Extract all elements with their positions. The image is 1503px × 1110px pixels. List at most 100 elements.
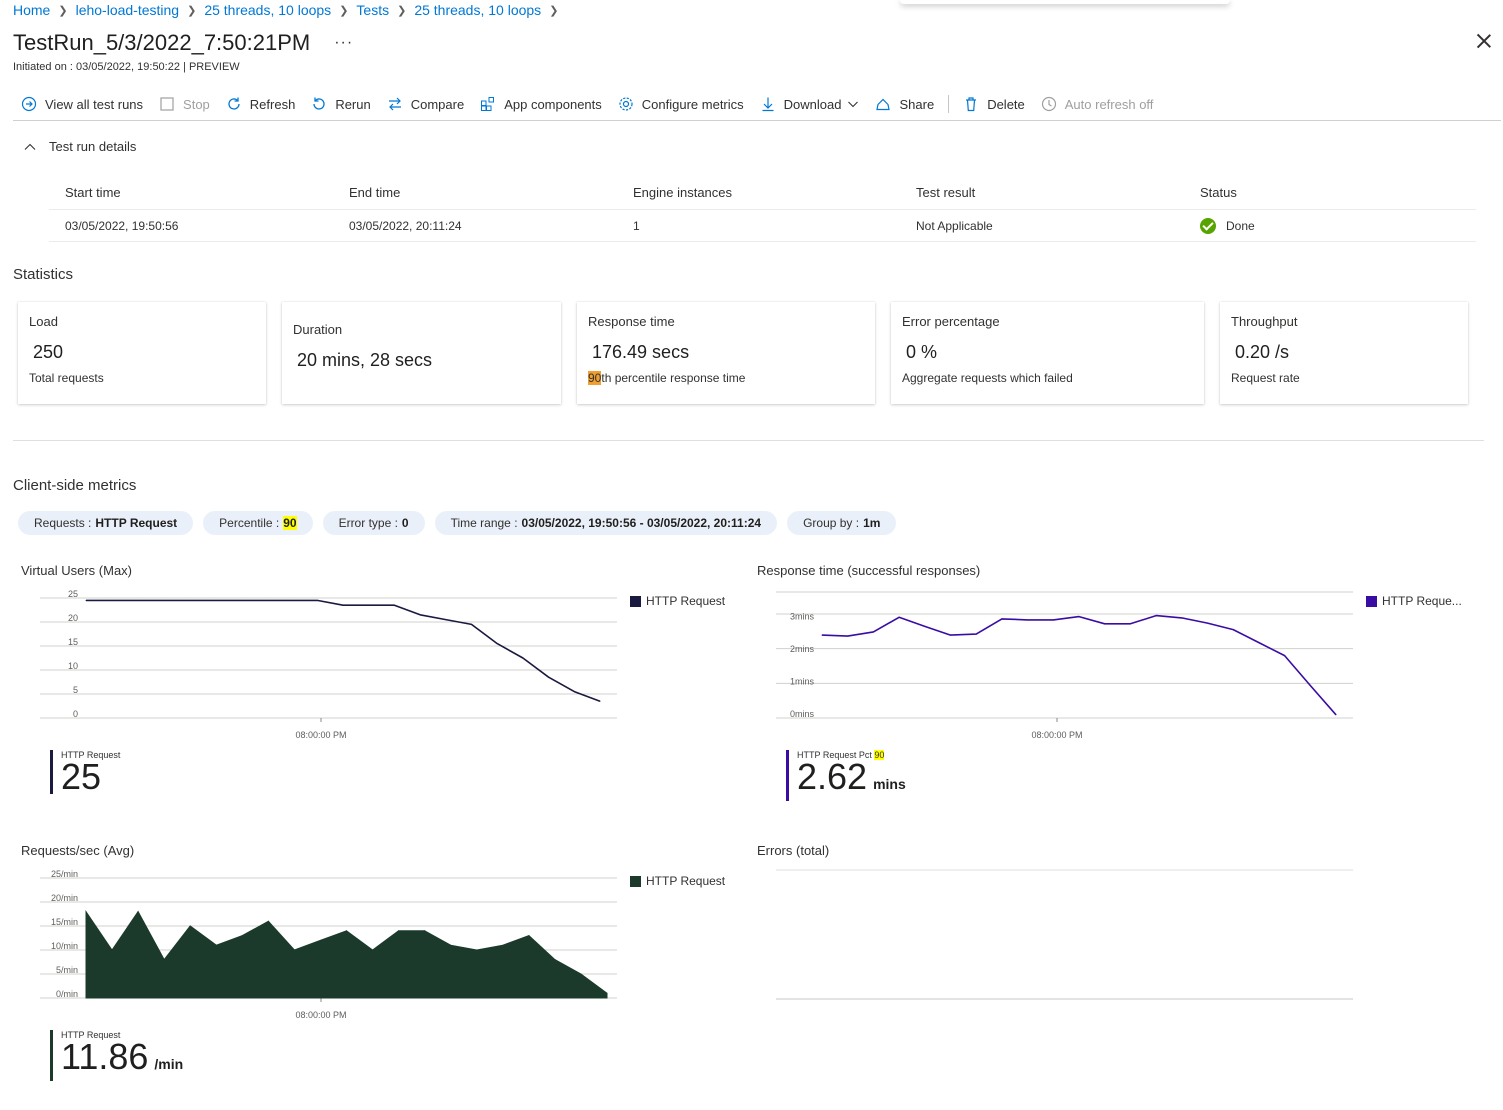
data-point <box>393 604 395 606</box>
y-tick-label: 5/min <box>56 965 78 975</box>
breadcrumb-home[interactable]: Home <box>13 2 50 18</box>
page-subtitle: Initiated on : 03/05/2022, 19:50:22 | PR… <box>13 61 240 73</box>
data-point <box>1078 616 1080 618</box>
y-tick-label: 3mins <box>790 612 815 622</box>
share-label: Share <box>899 96 935 112</box>
percentile-filter-pill[interactable]: Percentile :90 <box>203 511 313 535</box>
data-point <box>241 935 243 937</box>
data-point <box>137 911 139 913</box>
rerun-button[interactable]: Rerun <box>303 89 378 119</box>
x-tick-label: 08:00:00 PM <box>1031 730 1082 740</box>
breadcrumb-resource[interactable]: leho-load-testing <box>76 2 180 18</box>
breadcrumb-test[interactable]: 25 threads, 10 loops <box>204 2 331 18</box>
data-point <box>445 619 447 621</box>
pill-key: Time range : <box>450 516 518 530</box>
virtual-users-chart: 25 20 15 10 5 0 08:00:00 PM <box>40 589 617 740</box>
chevron-up-icon <box>24 143 36 150</box>
y-tick-label: 10/min <box>51 941 78 951</box>
toolbar-divider <box>948 95 950 113</box>
data-point <box>1207 622 1208 624</box>
table-header: Start time End time Engine instances Tes… <box>49 176 1476 209</box>
data-point <box>606 992 608 994</box>
data-point <box>522 657 524 659</box>
requests-filter-pill[interactable]: Requests : HTTP Request <box>18 511 194 535</box>
data-point <box>342 604 344 606</box>
more-options-button[interactable]: ··· <box>334 34 353 52</box>
client-metrics-heading: Client-side metrics <box>13 477 137 494</box>
app-components-label: App components <box>504 96 602 112</box>
legend-swatch <box>630 875 641 887</box>
requests-per-sec-chart: 25/min 20/min 15/min 10/min 5/min 0/min 08:00:… <box>40 869 617 1020</box>
chevron-down-icon <box>848 101 859 108</box>
breadcrumb-test-2[interactable]: 25 threads, 10 loops <box>414 2 541 18</box>
summary-value: 11.86 <box>61 1036 149 1077</box>
test-run-details-toggle[interactable]: Test run details <box>23 139 136 154</box>
data-point <box>599 700 601 702</box>
data-point <box>346 930 347 932</box>
stop-icon <box>160 97 174 111</box>
data-point <box>1052 619 1054 621</box>
y-tick-label: 25/min <box>51 869 78 879</box>
column-status: Status <box>1200 185 1237 200</box>
share-button[interactable]: Share <box>867 89 942 119</box>
refresh-button[interactable]: Refresh <box>218 89 304 119</box>
stop-button[interactable]: Stop <box>151 89 218 119</box>
status-cell: Done <box>1184 217 1464 234</box>
data-point <box>319 939 321 941</box>
test-run-details-label: Test run details <box>49 139 137 154</box>
data-point <box>214 599 215 601</box>
data-point <box>1104 623 1106 625</box>
chevron-right-icon: ❯ <box>339 4 349 17</box>
download-button[interactable]: Download <box>752 89 868 119</box>
download-label: Download <box>783 96 842 112</box>
group-by-filter-pill[interactable]: Group by :1m <box>787 511 897 535</box>
pill-key: Percentile : <box>219 516 280 530</box>
data-point <box>291 599 293 601</box>
error-type-filter-pill[interactable]: Error type :0 <box>322 511 425 535</box>
y-tick-label: 0 <box>73 709 78 719</box>
data-point <box>162 599 164 601</box>
response-time-legend[interactable]: HTTP Reque... <box>1366 594 1462 608</box>
card-label: Response time <box>588 314 675 329</box>
chevron-right-icon: ❯ <box>187 4 197 17</box>
data-point <box>554 959 556 961</box>
data-point <box>1129 623 1131 625</box>
popup-edge <box>900 0 1230 4</box>
command-bar: View all test runs Stop Refresh Rerun Co… <box>13 88 1501 121</box>
view-all-test-runs-button[interactable]: View all test runs <box>13 89 151 119</box>
view-all-label: View all test runs <box>45 96 144 112</box>
breadcrumb-tests[interactable]: Tests <box>356 2 389 18</box>
data-point <box>215 944 217 946</box>
requests-per-sec-legend[interactable]: HTTP Request <box>630 874 725 888</box>
compare-button[interactable]: Compare <box>379 89 472 119</box>
card-label: Load <box>29 314 58 329</box>
card-value: 0.20 /s <box>1235 342 1290 362</box>
configure-metrics-button[interactable]: Configure metrics <box>610 89 752 119</box>
filter-pills: Requests : HTTP Request Percentile :90 Er… <box>18 511 906 535</box>
time-range-filter-pill[interactable]: Time range :03/05/2022, 19:50:56 - 03/05… <box>434 511 778 535</box>
y-tick-label: 0/min <box>56 989 78 999</box>
data-point <box>372 949 374 951</box>
data-point <box>502 944 504 946</box>
summary-value-row: 11.86/min <box>61 1039 183 1081</box>
auto-refresh-button[interactable]: Auto refresh off <box>1033 89 1162 119</box>
data-point <box>1232 629 1234 631</box>
data-point <box>528 935 530 937</box>
table-row: 03/05/2022, 19:50:56 03/05/2022, 20:11:2… <box>49 209 1476 242</box>
column-test-result: Test result <box>916 185 976 200</box>
y-tick-label: 20/min <box>51 893 78 903</box>
data-point <box>316 599 318 601</box>
app-components-button[interactable]: App components <box>472 89 610 119</box>
data-point <box>580 973 582 975</box>
y-tick-label: 15/min <box>51 917 78 927</box>
virtual-users-legend[interactable]: HTTP Request <box>630 594 725 608</box>
close-icon[interactable] <box>1477 34 1491 48</box>
card-sub: Aggregate requests which failed <box>902 371 1073 385</box>
data-point <box>573 691 575 693</box>
test-result-cell: Not Applicable <box>916 218 993 233</box>
test-run-details-table: Start time End time Engine instances Tes… <box>49 176 1476 242</box>
stop-label: Stop <box>183 96 210 112</box>
card-sub-text: th percentile response time <box>601 371 746 385</box>
y-tick-label: 25 <box>68 589 78 599</box>
delete-button[interactable]: Delete <box>955 89 1033 119</box>
